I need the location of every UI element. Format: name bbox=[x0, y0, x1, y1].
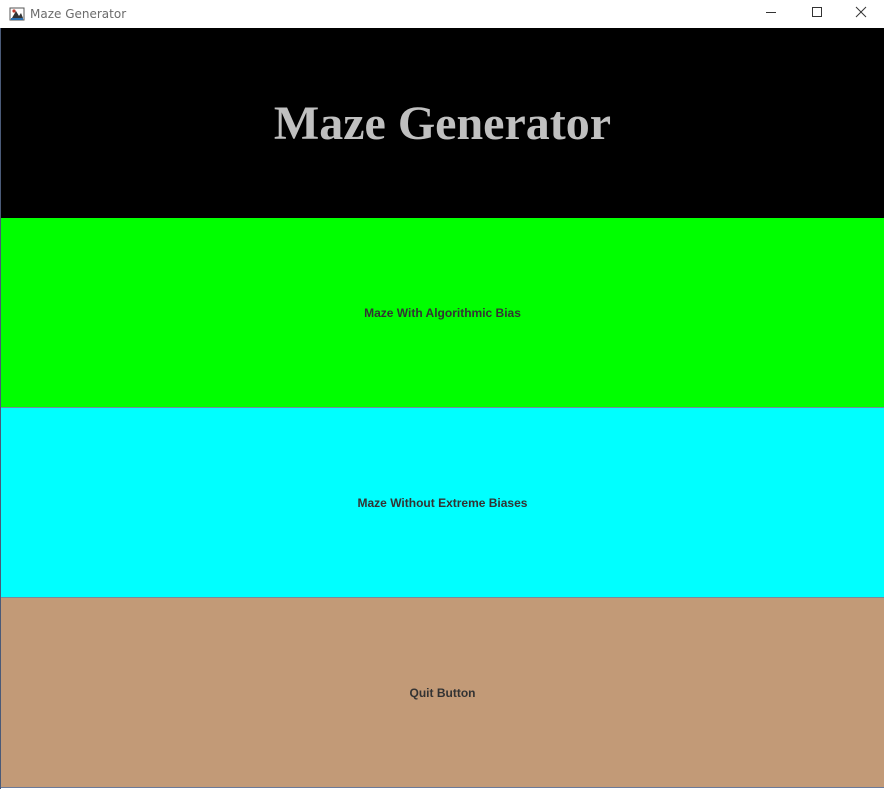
header-panel: Maze Generator bbox=[1, 28, 884, 218]
close-icon bbox=[855, 5, 867, 23]
minimize-button[interactable] bbox=[748, 0, 794, 28]
maze-without-bias-label: Maze Without Extreme Biases bbox=[357, 495, 528, 510]
window-title: Maze Generator bbox=[30, 7, 127, 21]
maze-without-bias-button[interactable]: Maze Without Extreme Biases bbox=[1, 408, 884, 598]
quit-button-label: Quit Button bbox=[409, 685, 476, 700]
page-title: Maze Generator bbox=[273, 96, 612, 150]
app-window: Maze Generator Maze Generator Maze With … bbox=[0, 0, 884, 789]
minimize-icon bbox=[765, 5, 777, 23]
title-bar[interactable]: Maze Generator bbox=[0, 0, 884, 28]
maze-with-bias-button[interactable]: Maze With Algorithmic Bias bbox=[1, 218, 884, 408]
maximize-button[interactable] bbox=[794, 0, 840, 28]
close-button[interactable] bbox=[838, 0, 884, 28]
java-app-icon bbox=[9, 6, 25, 22]
maze-with-bias-label: Maze With Algorithmic Bias bbox=[364, 305, 521, 320]
maximize-icon bbox=[811, 5, 823, 23]
content-pane: Maze Generator Maze With Algorithmic Bia… bbox=[1, 28, 884, 788]
quit-button[interactable]: Quit Button bbox=[1, 598, 884, 788]
